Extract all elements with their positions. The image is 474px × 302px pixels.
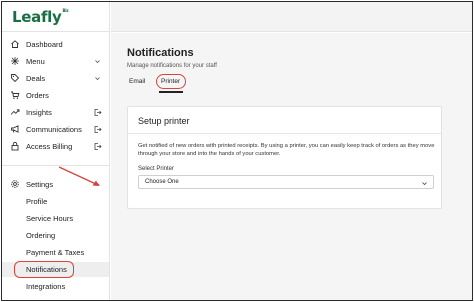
sidebar-item-label: Deals xyxy=(26,73,46,83)
sidebar-subitem-label: Ordering xyxy=(26,231,56,240)
annotation-highlight-printer-tab xyxy=(156,74,186,89)
lock-icon xyxy=(10,141,20,151)
logo-area: LeaflyBiz xyxy=(2,2,109,32)
annotation-highlight-notifications xyxy=(14,261,74,278)
page-subtitle: Manage notifications for your staff xyxy=(127,63,217,69)
card-title: Setup printer xyxy=(138,116,190,126)
cart-icon xyxy=(10,90,20,100)
select-printer-dropdown[interactable]: Choose One xyxy=(138,175,434,189)
active-tab-indicator xyxy=(159,91,183,93)
sidebar-item-label: Insights xyxy=(26,107,52,117)
megaphone-icon xyxy=(10,124,20,134)
home-icon xyxy=(10,39,20,49)
leafly-logo[interactable]: LeaflyBiz xyxy=(12,8,69,26)
logo-text: Leafly xyxy=(12,8,62,26)
sidebar-item-deals[interactable]: Deals xyxy=(2,70,109,86)
sidebar-subitem-label: Integrations xyxy=(26,282,66,291)
sidebar-subitem-service-hours[interactable]: Service Hours xyxy=(2,211,109,226)
sidebar-item-label: Communications xyxy=(26,124,82,134)
app-window: LeaflyBiz Dashboard Menu Deals Orders In… xyxy=(1,1,473,301)
sidebar-item-label: Orders xyxy=(26,90,49,100)
sidebar-subitem-label: Payment & Taxes xyxy=(26,248,85,257)
external-link-icon xyxy=(93,142,102,151)
gear-icon xyxy=(10,179,20,189)
external-link-icon xyxy=(93,108,102,117)
chevron-down-icon xyxy=(93,74,102,83)
sidebar-item-menu[interactable]: Menu xyxy=(2,53,109,69)
chevron-down-icon xyxy=(420,179,428,187)
sidebar: LeaflyBiz Dashboard Menu Deals Orders In… xyxy=(2,2,110,300)
sidebar-subitem-label: Service Hours xyxy=(26,214,74,223)
sidebar-item-orders[interactable]: Orders xyxy=(2,87,109,103)
sidebar-item-label: Menu xyxy=(26,56,45,66)
sidebar-subitem-integrations[interactable]: Integrations xyxy=(2,279,109,294)
sidebar-item-label: Access Billing xyxy=(26,141,73,151)
external-link-icon xyxy=(93,125,102,134)
sidebar-item-insights[interactable]: Insights xyxy=(2,104,109,120)
sidebar-subitem-ordering[interactable]: Ordering xyxy=(2,228,109,243)
sidebar-subitem-profile[interactable]: Profile xyxy=(2,194,109,209)
sidebar-subitem-label: Profile xyxy=(26,197,48,206)
setup-printer-card: Setup printer Get notified of new orders… xyxy=(127,106,442,209)
annotation-arrow xyxy=(58,166,99,186)
logo-sup: Biz xyxy=(62,8,69,13)
tag-icon xyxy=(10,73,20,83)
card-description: Get notified of new orders with printed … xyxy=(138,143,435,157)
trend-icon xyxy=(10,107,20,117)
main-content: Notifications Manage notifications for y… xyxy=(111,33,472,300)
page-title: Notifications xyxy=(127,47,194,59)
grid-icon xyxy=(10,56,20,66)
top-bar xyxy=(111,2,472,32)
sidebar-item-dashboard[interactable]: Dashboard xyxy=(2,36,109,52)
sidebar-item-access-billing[interactable]: Access Billing xyxy=(2,138,109,154)
sidebar-item-label: Dashboard xyxy=(26,39,63,49)
tab-email[interactable]: Email xyxy=(129,78,145,85)
sidebar-item-label: Settings xyxy=(26,179,54,189)
card-header: Setup printer xyxy=(128,107,441,134)
select-printer-label: Select Printer xyxy=(138,166,175,172)
chevron-down-icon xyxy=(93,57,102,66)
sidebar-item-communications[interactable]: Communications xyxy=(2,121,109,137)
sidebar-subitem-payment-taxes[interactable]: Payment & Taxes xyxy=(2,245,109,260)
select-value: Choose One xyxy=(145,179,179,185)
